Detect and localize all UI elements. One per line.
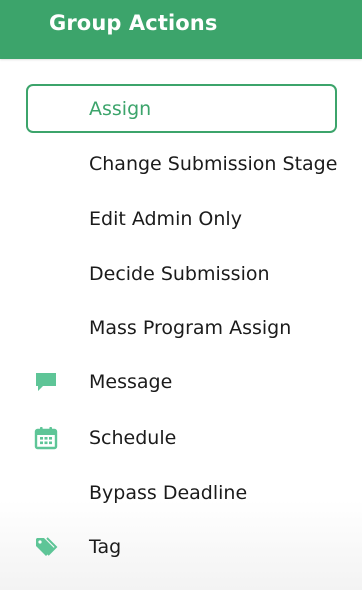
menu-item-label: Mass Program Assign: [89, 317, 292, 339]
panel-title: Group Actions: [49, 11, 218, 35]
menu-item-assign[interactable]: Assign: [0, 83, 362, 135]
menu-item-edit-admin-only[interactable]: Edit Admin Only: [0, 193, 362, 245]
menu-item-bypass-deadline[interactable]: Bypass Deadline: [0, 467, 362, 519]
menu-item-mass-program-assign[interactable]: Mass Program Assign: [0, 302, 362, 354]
menu-item-schedule[interactable]: Schedule: [0, 412, 362, 464]
panel-header: Group Actions: [0, 0, 362, 59]
menu-item-tag[interactable]: Tag: [0, 521, 362, 573]
menu-item-label: Message: [89, 371, 173, 393]
menu-item-label: Change Submission Stage: [89, 153, 338, 175]
menu-item-label: Schedule: [89, 427, 177, 449]
menu-item-decide-submission[interactable]: Decide Submission: [0, 248, 362, 300]
menu-item-message[interactable]: Message: [0, 356, 362, 408]
menu-item-label: Tag: [89, 536, 122, 558]
group-actions-panel: Group Actions Assign Change Submission S…: [0, 0, 362, 590]
message-icon: [34, 370, 58, 394]
menu-item-label: Assign: [89, 98, 152, 120]
menu-item-label: Bypass Deadline: [89, 482, 248, 504]
calendar-icon: [34, 426, 58, 450]
menu-item-change-submission-stage[interactable]: Change Submission Stage: [0, 138, 362, 190]
tag-icon: [34, 535, 58, 559]
selected-highlight: [26, 84, 337, 133]
menu-item-label: Edit Admin Only: [89, 208, 242, 230]
menu-item-label: Decide Submission: [89, 263, 270, 285]
